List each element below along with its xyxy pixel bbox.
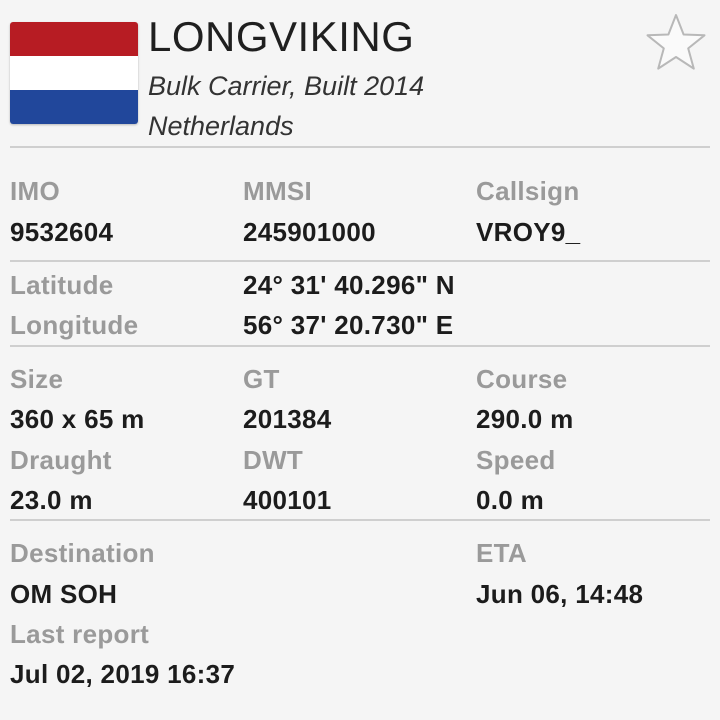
gt-value: 201384 <box>243 404 332 434</box>
eta-value: Jun 06, 14:48 <box>476 579 644 609</box>
divider <box>10 519 710 521</box>
divider <box>10 260 710 262</box>
mmsi-label: MMSI <box>243 176 313 206</box>
last-report-label: Last report <box>10 619 150 649</box>
vessel-type-built: Bulk Carrier, Built 2014 <box>148 71 425 101</box>
latitude-value: 24° 31' 40.296" N <box>243 270 455 300</box>
speed-label: Speed <box>476 445 556 475</box>
destination-label: Destination <box>10 538 155 568</box>
vessel-country: Netherlands <box>148 111 294 141</box>
divider <box>10 146 710 148</box>
eta-label: ETA <box>476 538 527 568</box>
course-label: Course <box>476 364 568 394</box>
longitude-value: 56° 37' 20.730" E <box>243 310 454 340</box>
flag-stripe-white <box>10 56 138 90</box>
destination-value: OM SOH <box>10 579 118 609</box>
divider <box>10 345 710 347</box>
speed-value: 0.0 m <box>476 485 544 515</box>
dwt-label: DWT <box>243 445 304 475</box>
longitude-label: Longitude <box>10 310 139 340</box>
gt-label: GT <box>243 364 280 394</box>
netherlands-flag-icon <box>10 22 138 124</box>
latitude-label: Latitude <box>10 270 114 300</box>
dwt-value: 400101 <box>243 485 332 515</box>
callsign-value: VROY9_ <box>476 217 581 247</box>
mmsi-value: 245901000 <box>243 217 376 247</box>
favorite-star-icon[interactable] <box>645 12 707 74</box>
size-value: 360 x 65 m <box>10 404 145 434</box>
course-value: 290.0 m <box>476 404 574 434</box>
imo-value: 9532604 <box>10 217 114 247</box>
vessel-header: LONGVIKING Bulk Carrier, Built 2014 Neth… <box>0 0 720 146</box>
flag-stripe-blue <box>10 90 138 124</box>
size-label: Size <box>10 364 64 394</box>
imo-label: IMO <box>10 176 61 206</box>
callsign-label: Callsign <box>476 176 580 206</box>
last-report-value: Jul 02, 2019 16:37 <box>10 659 236 689</box>
flag-stripe-red <box>10 22 138 56</box>
draught-value: 23.0 m <box>10 485 93 515</box>
draught-label: Draught <box>10 445 112 475</box>
vessel-name: LONGVIKING <box>148 13 415 60</box>
